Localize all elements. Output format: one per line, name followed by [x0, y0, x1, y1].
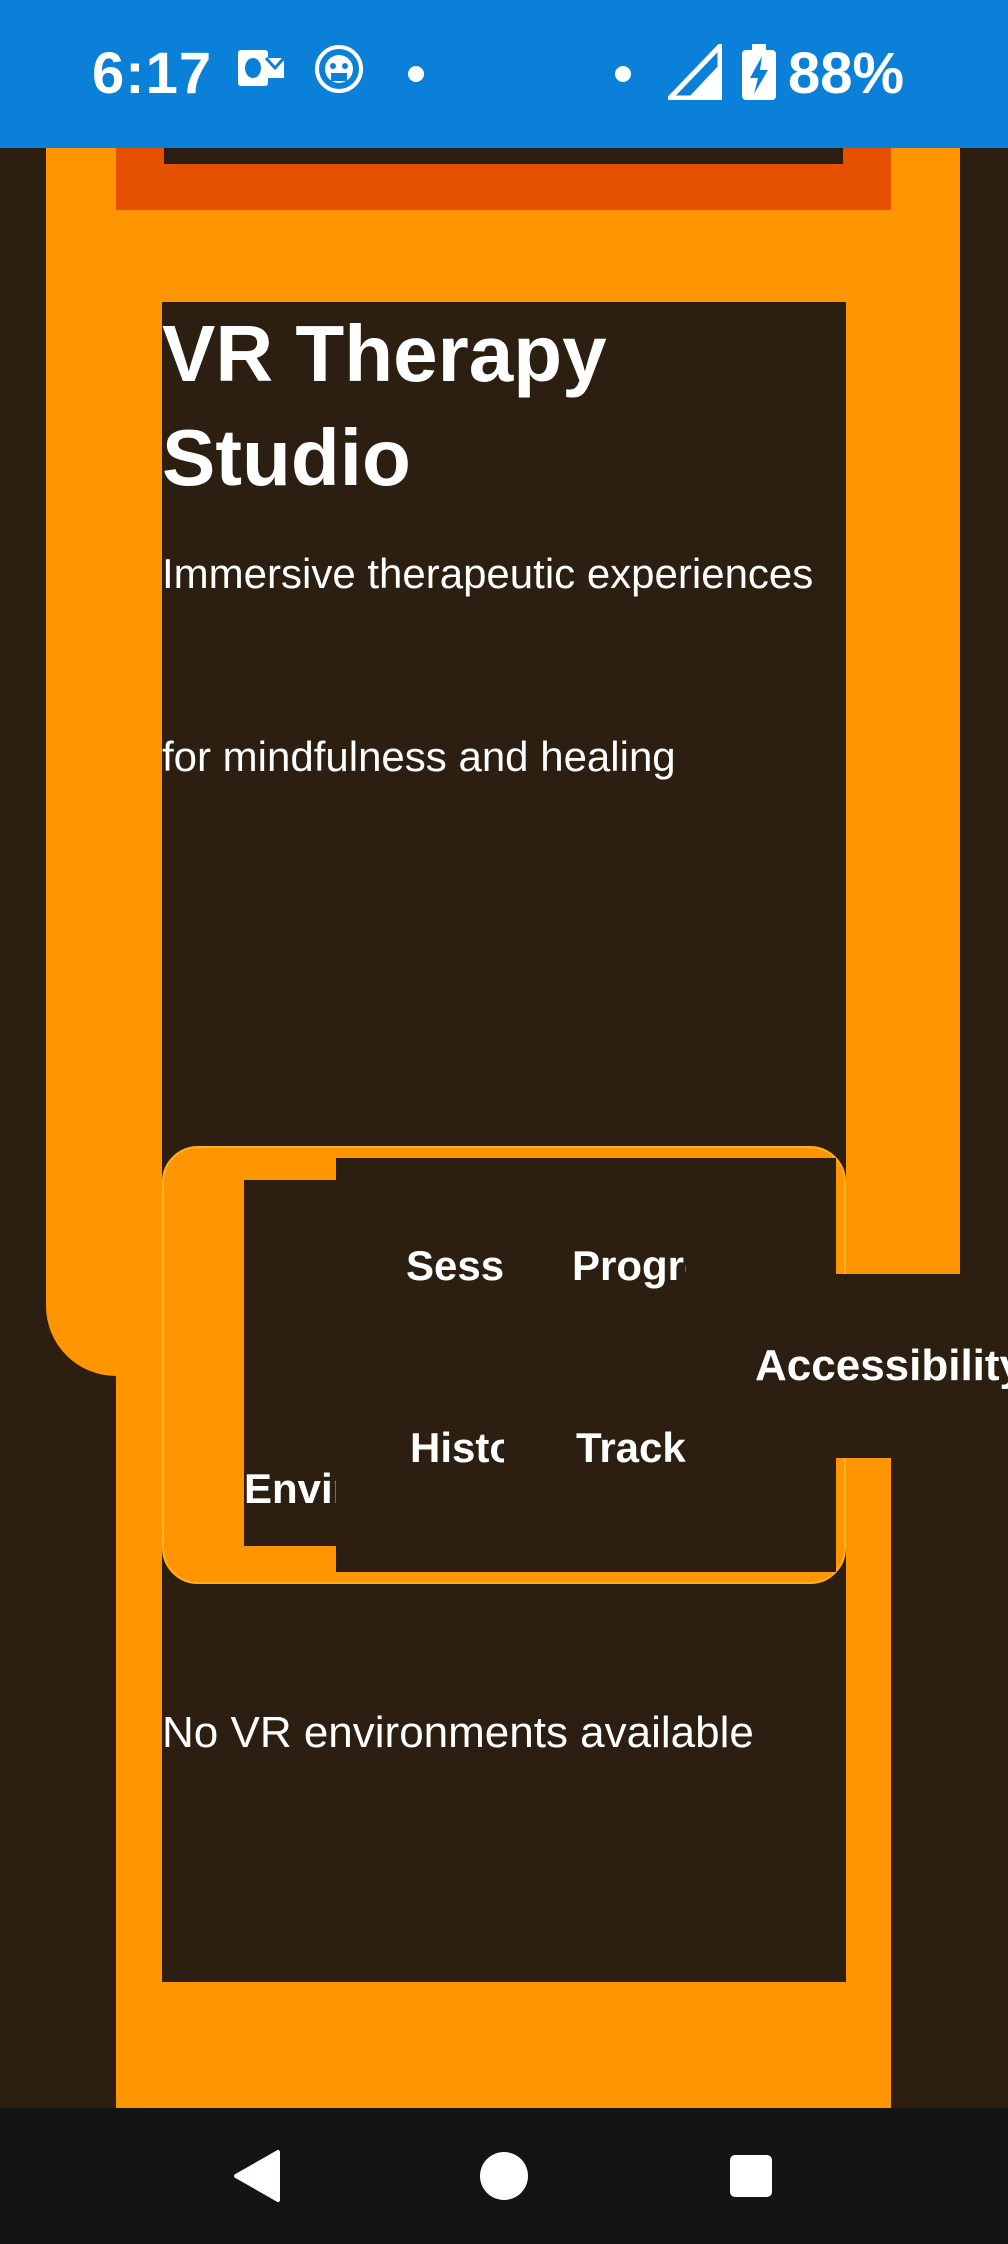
status-time: 6:17 — [92, 41, 213, 106]
app-content: VR Therapy Studio Immersive therapeutic … — [0, 148, 1008, 2108]
tab-history[interactable]: History — [410, 1398, 510, 1498]
tab-tracking[interactable]: Tracking — [576, 1398, 696, 1498]
tab-bar: Environments Sessions History Progress T… — [162, 1146, 846, 1584]
signal-icon — [667, 43, 723, 105]
status-bar: 6:17 88% — [0, 0, 1008, 148]
tab-sessions[interactable]: Sessions — [406, 1216, 516, 1316]
tab-sessions-label: Sessions — [406, 1242, 506, 1289]
tab-tracking-label: Tracking — [576, 1424, 686, 1471]
header-strip-inner — [164, 148, 843, 164]
notification-dot-icon — [408, 66, 424, 82]
tab-progress-label: Progress — [572, 1242, 686, 1289]
page-title: VR Therapy Studio — [162, 309, 607, 502]
recents-icon[interactable] — [728, 2148, 774, 2209]
outlook-icon — [236, 44, 286, 97]
back-icon[interactable] — [230, 2148, 284, 2209]
battery-percent: 88% — [788, 41, 905, 106]
screen-record-icon — [314, 44, 364, 99]
tab-progress[interactable]: Progress — [572, 1216, 692, 1316]
tab-environments[interactable]: Environments — [244, 1180, 344, 1546]
navigation-bar — [0, 2108, 1008, 2244]
tab-history-label: History — [410, 1424, 504, 1471]
home-icon[interactable] — [478, 2148, 530, 2209]
notification-dot-icon — [615, 66, 631, 82]
page-subtitle: Immersive therapeutic experiences for mi… — [162, 550, 814, 780]
tab-accessibility[interactable]: Accessibility — [755, 1274, 1008, 1458]
empty-state-message: No VR environments available — [162, 1708, 754, 1757]
battery-charging-icon — [740, 44, 778, 107]
tab-environments-label: Environments — [244, 1465, 344, 1512]
